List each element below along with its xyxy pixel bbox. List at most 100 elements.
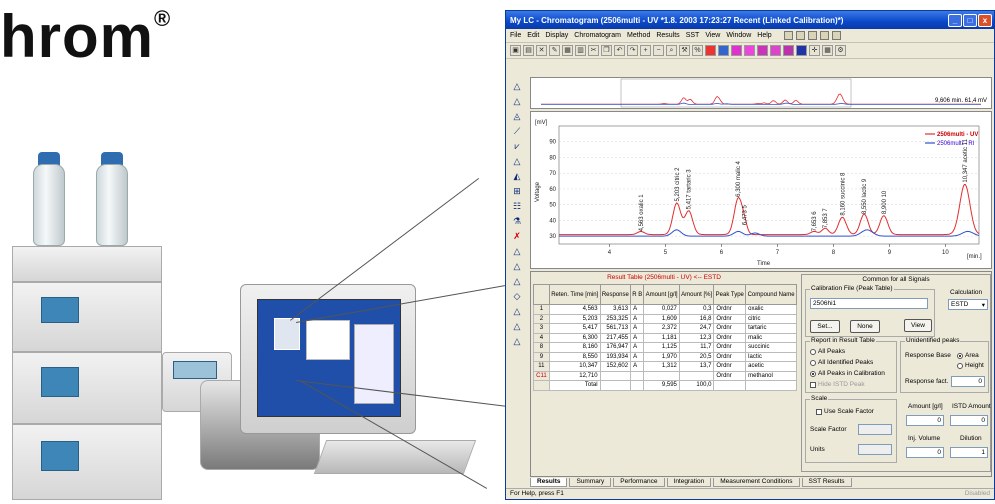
- zoom-icon[interactable]: ⌕: [666, 45, 677, 56]
- tools-icon[interactable]: ⚒: [679, 45, 690, 56]
- remove-peak-icon[interactable]: ✗: [512, 231, 523, 242]
- result-table[interactable]: Reten. Time [min] Response R B Amount [g…: [533, 284, 797, 391]
- tab-results[interactable]: Results: [530, 478, 568, 487]
- calibration-file-field[interactable]: 2506hi1: [810, 298, 928, 309]
- overview-chromatogram[interactable]: 9,606 min. 61,4 mV: [530, 77, 992, 109]
- radio-all-peaks[interactable]: All Peaks: [810, 348, 845, 355]
- cut-icon[interactable]: ✂: [588, 45, 599, 56]
- peak-tool-icon[interactable]: ◬: [512, 111, 523, 122]
- baseline-tool-icon[interactable]: ⟋: [512, 126, 523, 137]
- units-select[interactable]: [858, 444, 892, 455]
- menu-window[interactable]: Window: [726, 32, 751, 39]
- maximize-button[interactable]: □: [963, 13, 977, 27]
- set-button[interactable]: Set...: [810, 320, 840, 333]
- peak-tool-icon[interactable]: ◭: [512, 171, 523, 182]
- signal-blue-icon[interactable]: [718, 45, 729, 56]
- chromatogram-chart[interactable]: 30 40 50 60 70 80 90 4 5 6 7 8 9 10 4,563 oxalic 1 5,2…: [530, 111, 992, 269]
- table-icon[interactable]: ☷: [512, 201, 523, 212]
- table-row[interactable]: 9 8,550 193,934 A 1,970 20,5 Ordnr lactic: [533, 351, 797, 362]
- istd-amount-field[interactable]: 0: [950, 415, 988, 426]
- peak-tool-icon[interactable]: △: [512, 276, 523, 287]
- settings-icon[interactable]: ⚙: [835, 45, 846, 56]
- calculation-select[interactable]: ESTD ▾: [948, 299, 988, 310]
- menu-file[interactable]: File: [510, 32, 521, 39]
- scale-factor-field[interactable]: [858, 424, 892, 435]
- calibration-icon[interactable]: [783, 31, 793, 40]
- copy-icon[interactable]: ❐: [601, 45, 612, 56]
- table-row[interactable]: 1 4,563 3,613 A 0,027 0,3 Ordnr oxalic: [533, 304, 797, 315]
- peak-tool-icon[interactable]: △: [512, 321, 523, 332]
- tab-sst-results[interactable]: SST Results: [801, 478, 852, 487]
- close-button[interactable]: x: [978, 13, 992, 27]
- none-button[interactable]: None: [850, 320, 880, 333]
- table-row[interactable]: 2 5,203 253,325 A 1,609 16,8 Ordnr citric: [533, 313, 797, 324]
- radio-height[interactable]: Height: [957, 362, 984, 369]
- grid-icon[interactable]: ▦: [822, 45, 833, 56]
- signal-magenta-icon[interactable]: [757, 45, 768, 56]
- check-icon[interactable]: [807, 31, 817, 40]
- table-row[interactable]: Total 9,595 100,0: [533, 380, 797, 391]
- crosshair-icon[interactable]: ✛: [809, 45, 820, 56]
- save-icon[interactable]: ▤: [523, 45, 534, 56]
- peak-tool-icon[interactable]: △: [512, 261, 523, 272]
- peak-tool-icon[interactable]: △: [512, 156, 523, 167]
- menu-sst[interactable]: SST: [686, 32, 700, 39]
- method-icon[interactable]: [795, 31, 805, 40]
- tab-measurement-conditions[interactable]: Measurement Conditions: [713, 478, 800, 487]
- peak-tool-icon[interactable]: △: [512, 246, 523, 257]
- menu-chromatogram[interactable]: Chromatogram: [574, 32, 621, 39]
- radio-area[interactable]: Area: [957, 352, 979, 359]
- table-row[interactable]: 11 10,347 152,602 A 1,312 13,7 Ordnr acetic: [533, 361, 797, 372]
- redo-icon[interactable]: ↷: [627, 45, 638, 56]
- col-amount-pct[interactable]: Amount [%]: [678, 284, 715, 305]
- open-icon[interactable]: ▣: [510, 45, 521, 56]
- col-response[interactable]: Response: [599, 284, 632, 305]
- col-rb[interactable]: R B: [630, 284, 645, 305]
- preview-icon[interactable]: ▥: [575, 45, 586, 56]
- col-amount-gl[interactable]: Amount [g/l]: [643, 284, 680, 305]
- undo-icon[interactable]: ↶: [614, 45, 625, 56]
- window-titlebar[interactable]: My LC - Chromatogram (2506multi - UV *1.…: [506, 11, 994, 29]
- signal-red-icon[interactable]: [705, 45, 716, 56]
- menu-edit[interactable]: Edit: [527, 32, 539, 39]
- amount-field[interactable]: 0: [906, 415, 944, 426]
- signal-blue-icon[interactable]: [796, 45, 807, 56]
- zoom-in-icon[interactable]: +: [640, 45, 651, 56]
- peak-tool-icon[interactable]: △: [512, 306, 523, 317]
- view-button[interactable]: View: [904, 319, 932, 332]
- col-compound[interactable]: Compound Name: [745, 284, 797, 305]
- col-peak-type[interactable]: Peak Type: [713, 284, 747, 305]
- col-reten-time[interactable]: Reten. Time [min]: [548, 284, 601, 305]
- signal-magenta-icon[interactable]: [731, 45, 742, 56]
- menu-method[interactable]: Method: [627, 32, 650, 39]
- print-icon[interactable]: ▦: [562, 45, 573, 56]
- hide-istd-checkbox[interactable]: Hide ISTD Peak: [810, 381, 865, 388]
- signal-magenta-icon[interactable]: [744, 45, 755, 56]
- menu-display[interactable]: Display: [545, 32, 568, 39]
- report-icon[interactable]: [819, 31, 829, 40]
- peak-tool-icon[interactable]: △: [512, 336, 523, 347]
- edit-icon[interactable]: ✎: [549, 45, 560, 56]
- table-row[interactable]: 4 6,300 217,455 A 1,181 12,3 Ordnr malic: [533, 332, 797, 343]
- radio-peaks-in-calibration[interactable]: All Peaks in Calibration: [810, 370, 885, 377]
- use-scale-factor-checkbox[interactable]: Use Scale Factor: [816, 408, 874, 415]
- menu-view[interactable]: View: [705, 32, 720, 39]
- menu-help[interactable]: Help: [757, 32, 771, 39]
- table-row[interactable]: 8 8,160 176,947 A 1,125 11,7 Ordnr succinic: [533, 342, 797, 353]
- calibrate-icon[interactable]: ⚗: [512, 216, 523, 227]
- table-row[interactable]: C11 12,710 Ordnr methanol: [533, 370, 797, 381]
- peak-tool-icon[interactable]: △: [512, 81, 523, 92]
- marker-icon[interactable]: ⊞: [512, 186, 523, 197]
- inj-volume-field[interactable]: 0: [906, 447, 944, 458]
- delete-icon[interactable]: ✕: [536, 45, 547, 56]
- diamond-icon[interactable]: ◇: [512, 291, 523, 302]
- export-icon[interactable]: [831, 31, 841, 40]
- tab-integration[interactable]: Integration: [666, 478, 712, 487]
- dilution-field[interactable]: 1: [950, 447, 988, 458]
- tab-summary[interactable]: Summary: [569, 478, 612, 487]
- menu-results[interactable]: Results: [656, 32, 679, 39]
- percent-icon[interactable]: %: [692, 45, 703, 56]
- baseline-tool-icon[interactable]: ⩗: [512, 141, 523, 152]
- signal-magenta-icon[interactable]: [783, 45, 794, 56]
- minimize-button[interactable]: _: [948, 13, 962, 27]
